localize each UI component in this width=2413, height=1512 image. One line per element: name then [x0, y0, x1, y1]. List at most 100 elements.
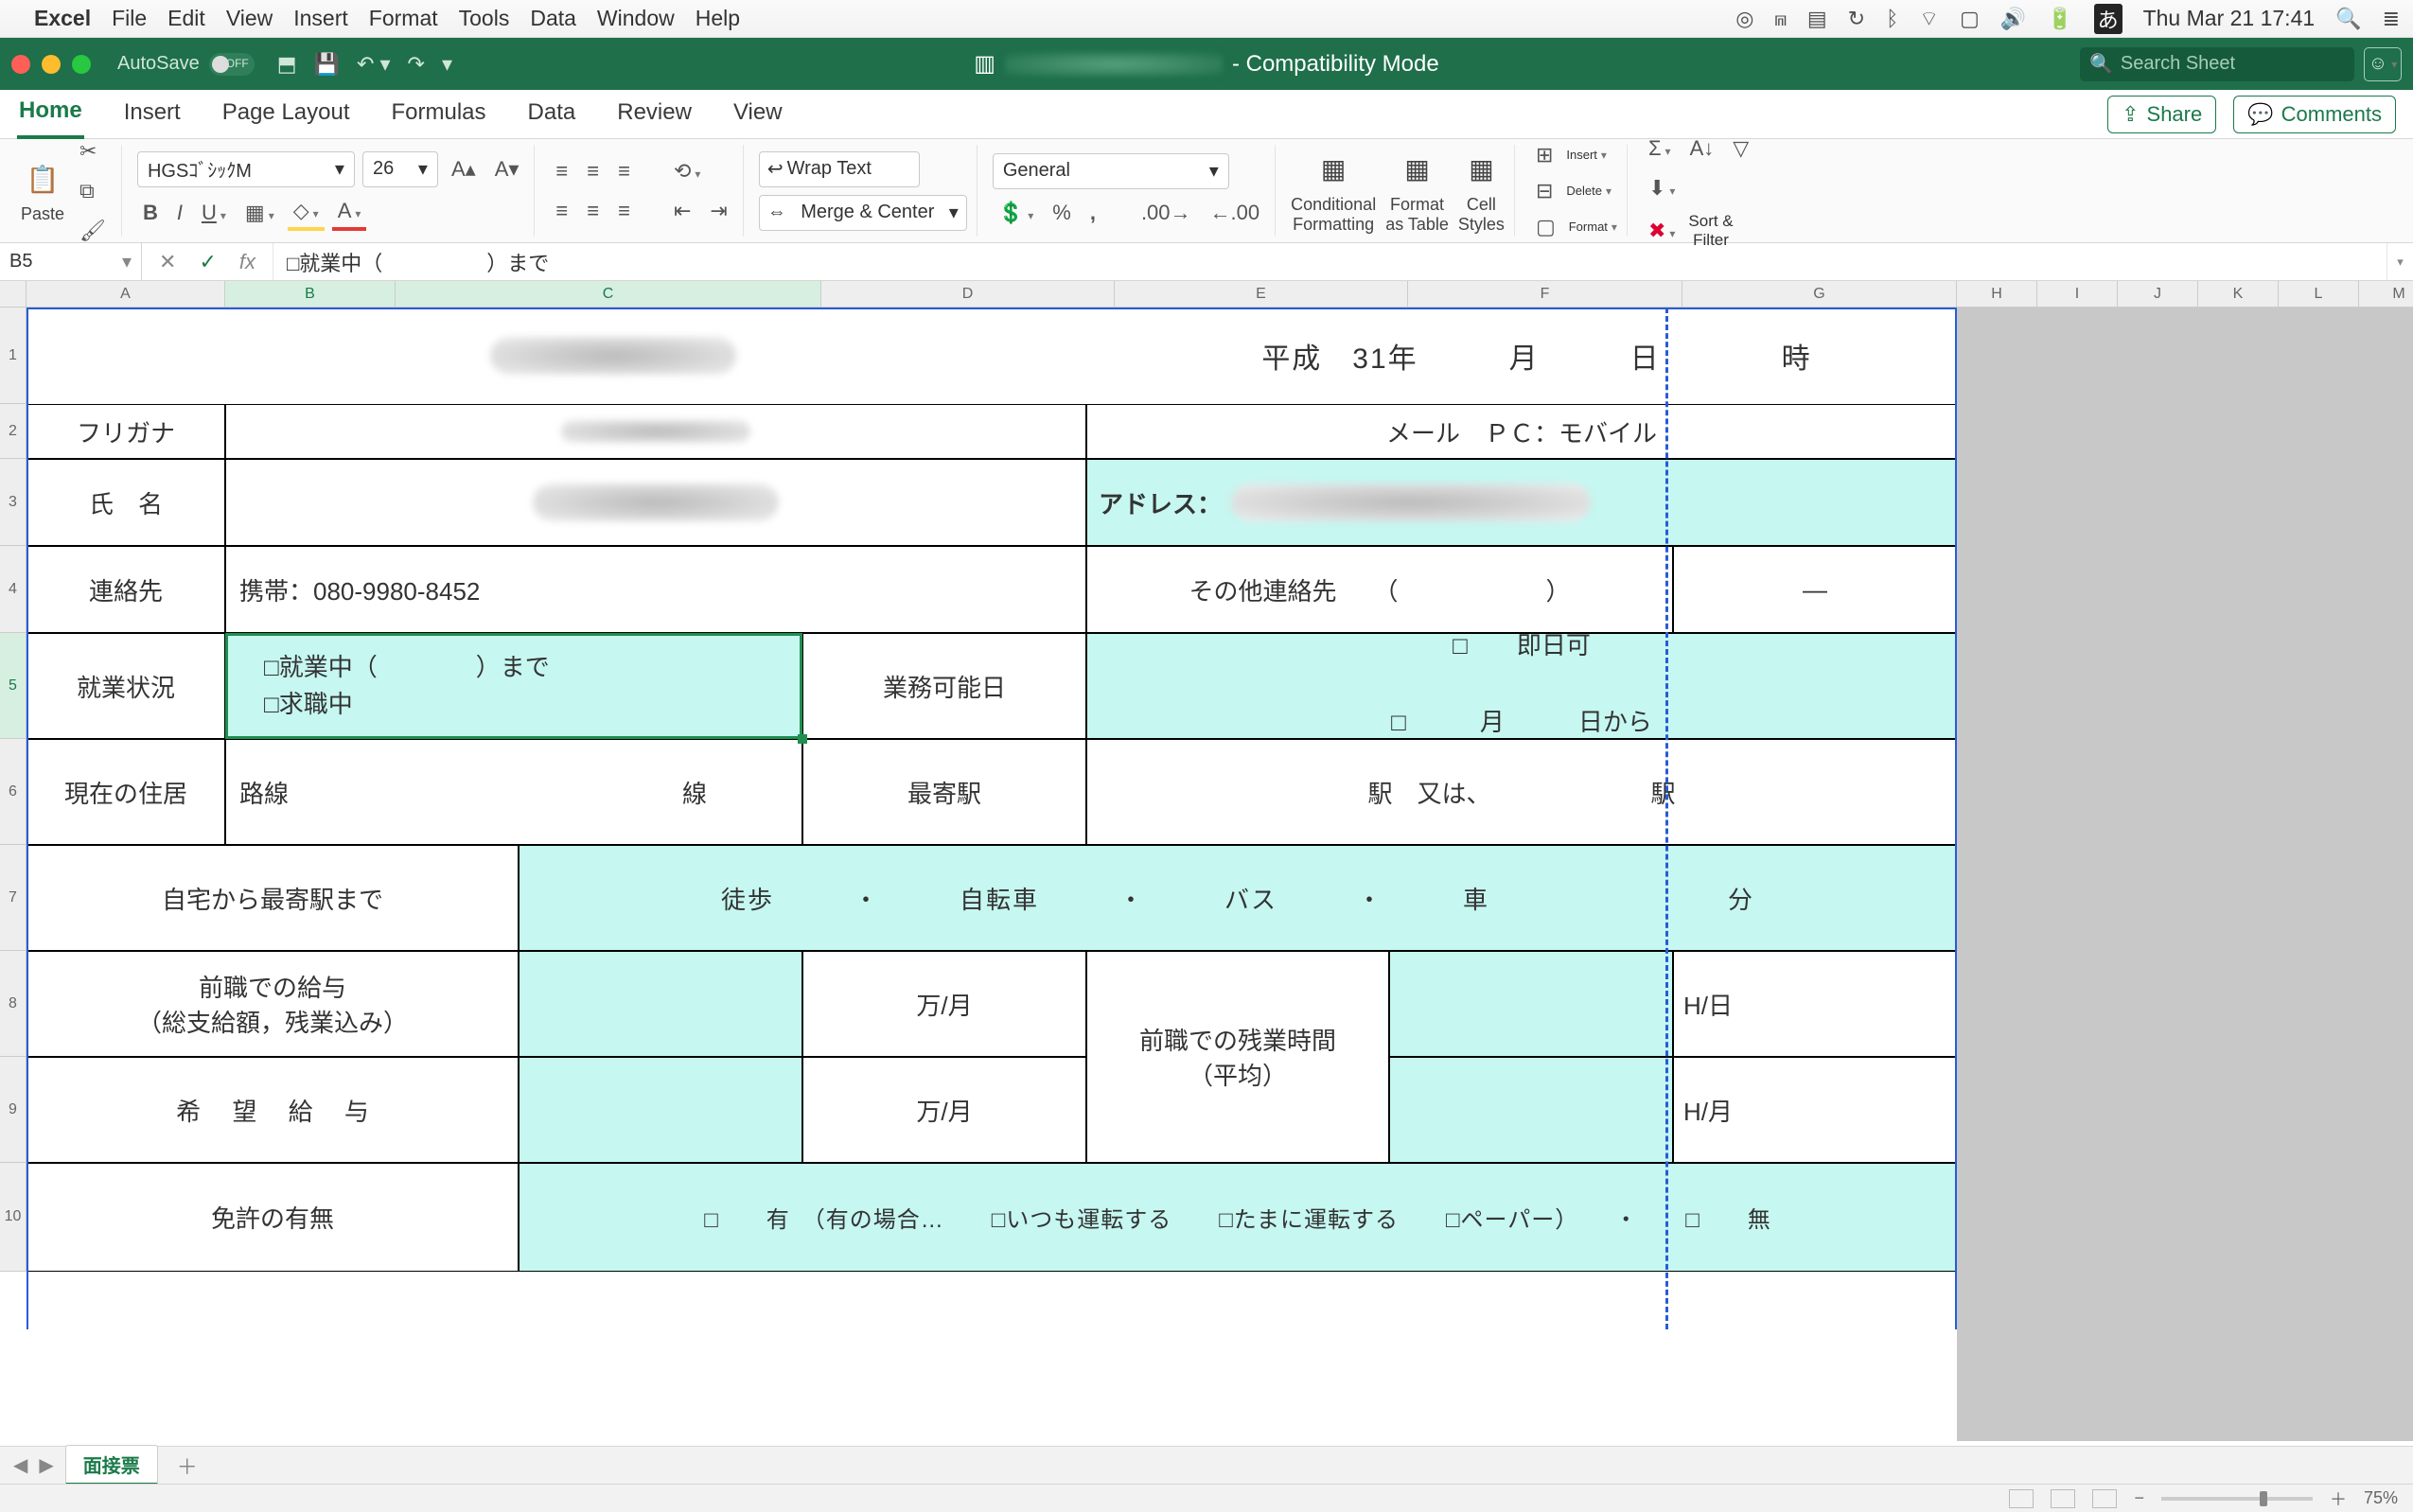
delete-cells-icon[interactable]: ⊟	[1530, 175, 1559, 207]
label-address[interactable]: アドレス：	[1086, 459, 1957, 546]
sheet-nav-prev[interactable]: ◀	[13, 1453, 27, 1477]
colhdr-C[interactable]: C	[396, 281, 821, 308]
ime-icon[interactable]: あ	[2094, 4, 2122, 34]
merge-center-button[interactable]: ⇔Merge & Center▾	[759, 195, 967, 231]
rowhdr-9[interactable]: 9	[0, 1057, 26, 1163]
tab-pagelayout[interactable]: Page Layout	[220, 92, 352, 137]
align-top-icon[interactable]: ≡	[550, 155, 573, 187]
qat-home-icon[interactable]: ⬒	[277, 52, 297, 77]
menu-edit[interactable]: Edit	[167, 6, 205, 31]
colhdr-H[interactable]: H	[1957, 281, 2037, 308]
insert-cells-icon[interactable]: ⊞	[1530, 139, 1559, 171]
cell-styles-button[interactable]: ▦Cell Styles	[1458, 148, 1505, 235]
align-left-icon[interactable]: ≡	[550, 195, 573, 227]
increase-indent-icon[interactable]: ⇥	[704, 195, 732, 227]
view-pagelayout-icon[interactable]	[2051, 1489, 2075, 1508]
share-button[interactable]: ⇪Share	[2107, 96, 2216, 133]
underline-button[interactable]: U	[196, 197, 232, 229]
menu-window[interactable]: Window	[597, 6, 675, 31]
colhdr-J[interactable]: J	[2118, 281, 2198, 308]
wrap-text-button[interactable]: ↩Wrap Text	[759, 151, 920, 187]
dropbox-icon[interactable]: ⩎	[1774, 7, 1786, 31]
select-all-corner[interactable]	[0, 281, 26, 308]
cut-icon[interactable]: ✂	[74, 135, 112, 167]
autosum-icon[interactable]: Σ	[1643, 132, 1677, 165]
bluetooth-icon[interactable]: ᛒ	[1886, 7, 1898, 31]
tray-icon[interactable]: ▤	[1807, 7, 1827, 31]
font-name-select[interactable]: HGSｺﾞｼｯｸM▾	[137, 151, 355, 187]
view-normal-icon[interactable]	[2009, 1489, 2034, 1508]
search-sheet-input[interactable]: 🔍 Search Sheet	[2080, 47, 2354, 81]
value-license[interactable]: □ 有 （有の場合… □いつも運転する □たまに運転する □ペーパー） ・ □ …	[519, 1163, 1957, 1272]
clock[interactable]: Thu Mar 21 17:41	[2143, 6, 2316, 31]
fill-icon[interactable]: ⬇	[1643, 172, 1681, 204]
tab-home[interactable]: Home	[17, 90, 84, 139]
colhdr-B[interactable]: B	[225, 281, 396, 308]
value-available[interactable]: □ 即日可 □ 月 日から	[1086, 633, 1957, 739]
fx-icon[interactable]: fx	[239, 250, 255, 274]
sheet-nav-next[interactable]: ▶	[39, 1453, 53, 1477]
formatpainter-icon[interactable]: 🖌	[74, 215, 112, 247]
qat-undo-icon[interactable]: ↶ ▾	[357, 52, 391, 77]
sheet-tab-active[interactable]: 面接票	[65, 1445, 158, 1486]
expand-formula-icon[interactable]: ▾	[2387, 243, 2413, 280]
insert-cells-button[interactable]: Insert	[1566, 148, 1607, 162]
align-center-icon[interactable]: ≡	[581, 195, 605, 227]
menu-tools[interactable]: Tools	[459, 6, 510, 31]
value-commute[interactable]: 徒歩 ・ 自転車 ・ バス ・ 車 分	[519, 845, 1957, 951]
value-furigana[interactable]	[225, 404, 1086, 459]
view-pagebreak-icon[interactable]	[2092, 1489, 2117, 1508]
menu-help[interactable]: Help	[696, 6, 740, 31]
decrease-indent-icon[interactable]: ⇤	[668, 195, 696, 227]
rowhdr-1[interactable]: 1	[0, 308, 26, 404]
colhdr-M[interactable]: M	[2359, 281, 2413, 308]
rowhdr-2[interactable]: 2	[0, 404, 26, 459]
fill-color-button[interactable]: ◇	[288, 195, 325, 231]
rowhdr-4[interactable]: 4	[0, 546, 26, 633]
format-cells-icon[interactable]: ▢	[1530, 211, 1561, 243]
menu-insert[interactable]: Insert	[293, 6, 348, 31]
bold-button[interactable]: B	[137, 197, 164, 229]
add-sheet-button[interactable]: ＋	[169, 1450, 205, 1481]
status-icon[interactable]: ◎	[1735, 7, 1753, 31]
colhdr-D[interactable]: D	[821, 281, 1115, 308]
enter-formula-icon[interactable]: ✓	[199, 250, 216, 274]
accounting-icon[interactable]: 💲	[993, 197, 1039, 229]
cancel-formula-icon[interactable]: ✕	[159, 250, 176, 274]
controlcenter-icon[interactable]: ≣	[2383, 7, 2400, 31]
conditional-formatting-button[interactable]: ▦Conditional Formatting	[1291, 148, 1376, 235]
airplay-icon[interactable]: ▢	[1960, 7, 1980, 31]
tab-formulas[interactable]: Formulas	[390, 92, 488, 137]
menu-format[interactable]: Format	[369, 6, 438, 31]
rowhdr-3[interactable]: 3	[0, 459, 26, 546]
rowhdr-10[interactable]: 10	[0, 1163, 26, 1272]
value-prev-salary[interactable]	[519, 951, 802, 1057]
orientation-icon[interactable]: ⟲	[668, 155, 706, 187]
tab-data[interactable]: Data	[526, 92, 578, 137]
sort-az-icon[interactable]: A↓	[1684, 132, 1720, 165]
autosave-toggle[interactable]: AutoSave OFF	[117, 53, 255, 76]
value-station[interactable]: 駅 又は、 駅	[1086, 739, 1957, 845]
comma-icon[interactable]: ,	[1084, 197, 1101, 229]
colhdr-L[interactable]: L	[2279, 281, 2359, 308]
format-cells-button[interactable]: Format	[1569, 220, 1617, 234]
value-desired-salary[interactable]	[519, 1057, 802, 1163]
close-button[interactable]	[11, 55, 30, 74]
worksheet[interactable]: A B C A B C D E F G H I J K L M 1 2 3 4 …	[0, 281, 2413, 1441]
delete-cells-button[interactable]: Delete	[1566, 184, 1612, 198]
colhdr-G[interactable]: G	[1682, 281, 1957, 308]
comments-button[interactable]: 💬Comments	[2233, 96, 2396, 133]
volume-icon[interactable]: 🔊	[2000, 7, 2026, 31]
zoom-out-button[interactable]: −	[2134, 1488, 2144, 1508]
qat-more-icon[interactable]: ▾	[442, 52, 452, 77]
rowhdr-7[interactable]: 7	[0, 845, 26, 951]
menu-data[interactable]: Data	[530, 6, 576, 31]
spotlight-icon[interactable]: 🔍	[2335, 7, 2361, 31]
qat-redo-icon[interactable]: ↷	[408, 52, 425, 77]
zoom-in-button[interactable]: ＋	[2330, 1486, 2347, 1511]
tab-insert[interactable]: Insert	[122, 92, 183, 137]
colhdr-I[interactable]: I	[2037, 281, 2118, 308]
feedback-button[interactable]: ☺	[2364, 47, 2402, 81]
clear-icon[interactable]: ✖	[1643, 215, 1681, 247]
menu-file[interactable]: File	[112, 6, 147, 31]
